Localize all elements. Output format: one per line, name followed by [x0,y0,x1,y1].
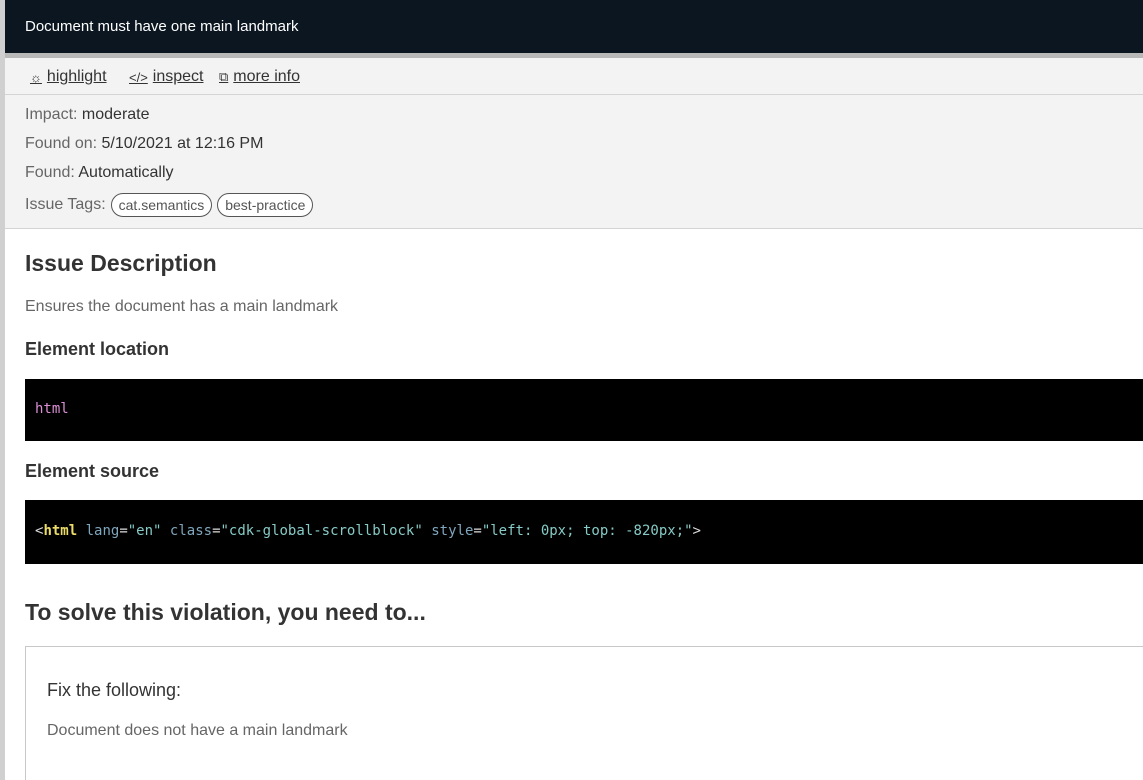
impact-row: Impact: moderate [25,106,150,124]
inspect-link[interactable]: </> inspect [129,68,204,86]
element-location-heading: Element location [25,339,170,359]
highlight-link[interactable]: ☼ highlight [30,68,107,86]
highlight-label: highlight [46,68,107,85]
found-on-value: 5/10/2021 at 12:16 PM [101,135,264,152]
element-source-heading: Element source [25,461,160,481]
tag-badge: best-practice [217,193,314,217]
found-label: Found: [25,164,75,181]
tag-badge: cat.semantics [110,193,213,217]
issue-description-text: Ensures the document has a main landmark [25,298,339,315]
issue-tags-row: Issue Tags: cat.semantics best-practice [25,193,314,217]
fix-panel: Fix the following: Document does not hav… [25,646,1143,780]
issue-meta: Impact: moderate Found on: 5/10/2021 at … [5,95,1143,229]
inspect-label: inspect [152,68,204,85]
highlight-icon: ☼ [30,69,42,85]
element-location-code: html [25,379,1143,441]
issue-header: Document must have one main landmark [5,0,1143,53]
issue-title: Document must have one main landmark [25,18,299,35]
issue-description-heading: Issue Description [25,250,217,276]
found-on-label: Found on: [25,135,98,152]
issue-tags-label: Issue Tags: [25,196,106,213]
element-source-code: <html lang="en" class="cdk-global-scroll… [25,500,1143,564]
external-link-icon: ⧉ [219,69,229,84]
found-on-row: Found on: 5/10/2021 at 12:16 PM [25,135,263,153]
fix-text: Document does not have a main landmark [47,722,348,739]
found-value: Automatically [78,164,174,181]
location-selector: html [35,401,69,417]
source-line: <html lang="en" class="cdk-global-scroll… [35,523,701,539]
impact-label: Impact: [25,106,78,123]
more-info-link[interactable]: ⧉ more info [219,68,300,86]
more-info-label: more info [233,68,300,85]
action-bar: ☼ highlight </> inspect ⧉ more info [5,58,1143,95]
solve-heading: To solve this violation, you need to... [25,599,426,625]
impact-value: moderate [81,106,150,123]
fix-title: Fix the following: [47,680,182,700]
code-icon: </> [129,69,148,85]
found-row: Found: Automatically [25,164,174,182]
